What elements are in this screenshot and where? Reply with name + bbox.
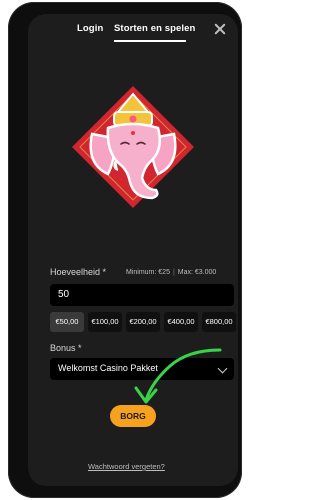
preset-chip-400[interactable]: €400,00 [164, 312, 198, 332]
amount-maximum: Max: €3.000 [177, 269, 217, 276]
phone-frame: Login Storten en spelen Hoeveelheid * Mi… [8, 2, 242, 498]
hero-illustration [72, 86, 194, 208]
amount-label: Hoeveelheid * [50, 267, 107, 277]
modal-header: Login Storten en spelen [28, 14, 238, 48]
bonus-select[interactable]: Welkomst Casino Pakket [50, 358, 234, 380]
preset-chip-100[interactable]: €100,00 [88, 312, 122, 332]
chevron-down-icon [217, 363, 228, 374]
bonus-label: Bonus * [50, 343, 82, 353]
tab-login[interactable]: Login [77, 23, 103, 34]
submit-button[interactable]: BORG [110, 405, 156, 427]
preset-chip-200[interactable]: €200,00 [126, 312, 160, 332]
preset-chip-800[interactable]: €800,00 [202, 312, 236, 332]
amount-limits: Minimum: €25 | Max: €3.000 [126, 269, 217, 276]
close-icon[interactable] [213, 22, 227, 36]
amount-presets: €50,00 €100,00 €200,00 €400,00 €800,00 [50, 312, 236, 332]
screen: Login Storten en spelen Hoeveelheid * Mi… [28, 14, 238, 486]
preset-chip-50[interactable]: €50,00 [50, 312, 84, 332]
ganesha-illustration [72, 86, 194, 208]
amount-input[interactable]: 50 [50, 284, 234, 306]
bonus-selected-value: Welkomst Casino Pakket [58, 363, 158, 373]
forgot-password-link[interactable]: Wachtwoord vergeten? [88, 462, 165, 471]
amount-value: 50 [58, 289, 70, 300]
tab-deposit-and-play[interactable]: Storten en spelen [114, 23, 195, 34]
active-tab-indicator [114, 40, 186, 42]
amount-minimum: Minimum: €25 [126, 269, 170, 276]
